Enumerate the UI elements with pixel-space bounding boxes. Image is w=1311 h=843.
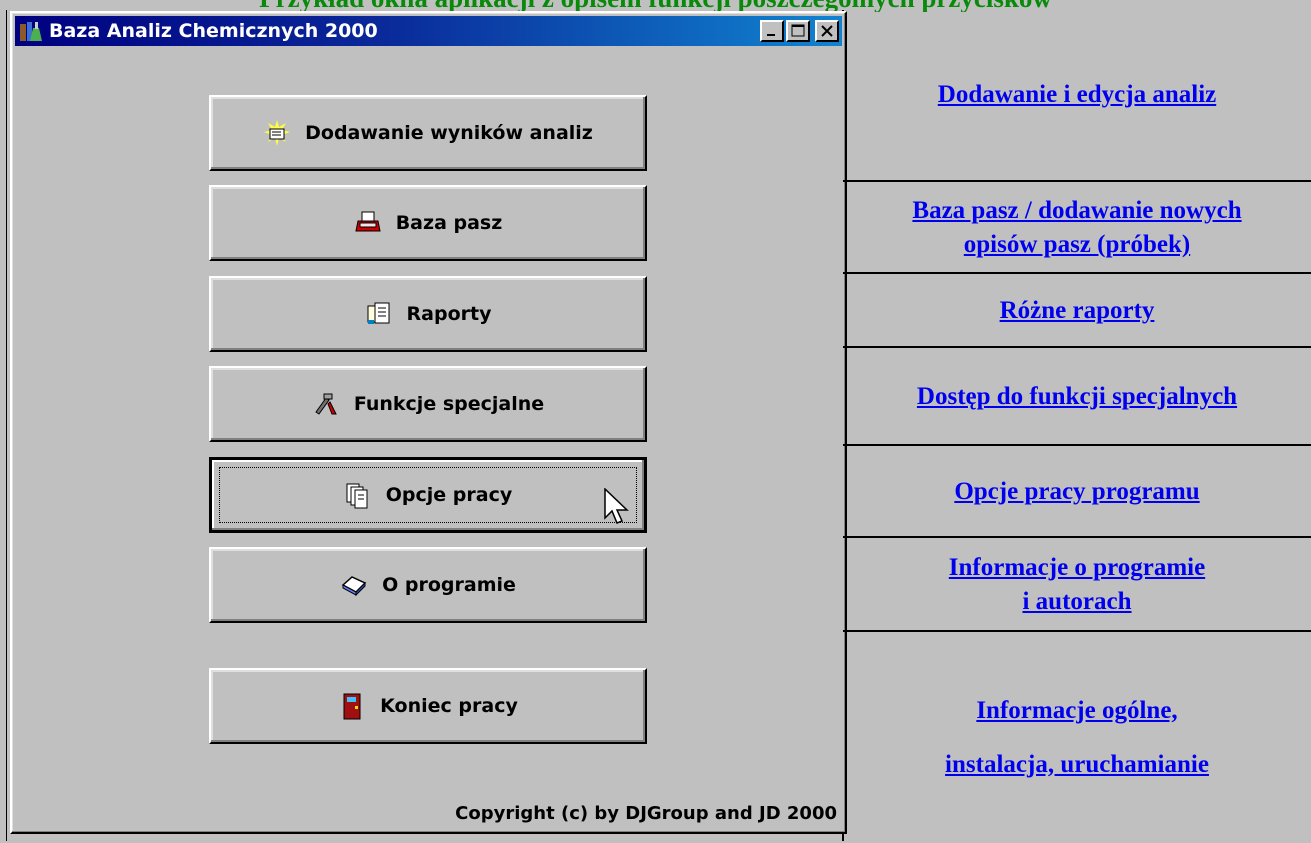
- button-label: Funkcje specjalne: [353, 393, 545, 415]
- flask-app-icon: [20, 22, 42, 41]
- description-cell: Informacje o programie i autorach: [843, 536, 1311, 632]
- add-analysis-results-button[interactable]: Dodawanie wyników analiz: [209, 95, 647, 171]
- link-reports[interactable]: Różne raporty: [1000, 294, 1155, 328]
- description-cell: Różne raporty: [843, 272, 1311, 348]
- link-general-info[interactable]: Informacje ogólne,: [976, 684, 1177, 738]
- door-icon: [343, 693, 361, 720]
- minimize-button[interactable]: [760, 20, 784, 42]
- close-button[interactable]: [815, 20, 839, 42]
- mouse-cursor-icon: [604, 488, 629, 524]
- app-window: Baza Analiz Chemicznych 2000 Dodawanie w…: [10, 11, 847, 834]
- button-label: Dodawanie wyników analiz: [305, 122, 593, 144]
- tools-icon: [315, 393, 337, 415]
- link-add-edit-analyses[interactable]: Dodawanie i edycja analiz: [938, 78, 1216, 112]
- work-options-button[interactable]: Opcje pracy: [209, 457, 647, 533]
- link-general-info-line2[interactable]: instalacja, uruchamianie: [945, 738, 1209, 792]
- edit-note-icon: [264, 120, 291, 146]
- reports-button[interactable]: Raporty: [209, 276, 647, 352]
- book-icon: [341, 576, 367, 597]
- special-functions-button[interactable]: Funkcje specjalne: [209, 366, 647, 442]
- minimize-icon: [767, 34, 775, 36]
- button-label: Raporty: [406, 303, 492, 325]
- description-cell: Informacje ogólne, instalacja, uruchamia…: [843, 630, 1311, 843]
- link-about-program-line2[interactable]: i autorach: [1022, 585, 1131, 619]
- title-bar[interactable]: Baza Analiz Chemicznych 2000: [15, 16, 842, 46]
- description-cell: Baza pasz / dodawanie nowych opisów pasz…: [843, 180, 1311, 274]
- description-cell: Dostęp do funkcji specjalnych: [843, 346, 1311, 446]
- copyright-text: Copyright (c) by DJGroup and JD 2000: [455, 803, 837, 824]
- report-icon: [367, 302, 390, 324]
- link-about-program[interactable]: Informacje o programie: [949, 551, 1205, 585]
- pages-icon: [346, 483, 368, 509]
- printer-icon: [355, 211, 381, 232]
- link-special-functions[interactable]: Dostęp do funkcji specjalnych: [917, 380, 1237, 414]
- button-label: Opcje pracy: [385, 484, 513, 506]
- maximize-icon: [791, 24, 805, 37]
- link-feed-database[interactable]: Baza pasz / dodawanie nowych: [912, 194, 1241, 228]
- link-feed-database-line2[interactable]: opisów pasz (próbek): [964, 228, 1190, 262]
- function-descriptions: Dodawanie i edycja analiz Baza pasz / do…: [843, 10, 1311, 841]
- maximize-button[interactable]: [786, 20, 810, 42]
- description-cell: Dodawanie i edycja analiz: [843, 10, 1311, 180]
- close-icon: [821, 25, 833, 37]
- feed-database-button[interactable]: Baza pasz: [209, 185, 647, 261]
- button-label: Baza pasz: [395, 212, 503, 234]
- description-cell: Opcje pracy programu: [843, 444, 1311, 538]
- button-label: Koniec pracy: [380, 695, 518, 717]
- button-label: O programie: [382, 574, 516, 596]
- window-title: Baza Analiz Chemicznych 2000: [49, 20, 378, 42]
- about-program-button[interactable]: O programie: [209, 547, 647, 623]
- link-program-options[interactable]: Opcje pracy programu: [954, 475, 1199, 509]
- exit-program-button[interactable]: Koniec pracy: [209, 668, 647, 744]
